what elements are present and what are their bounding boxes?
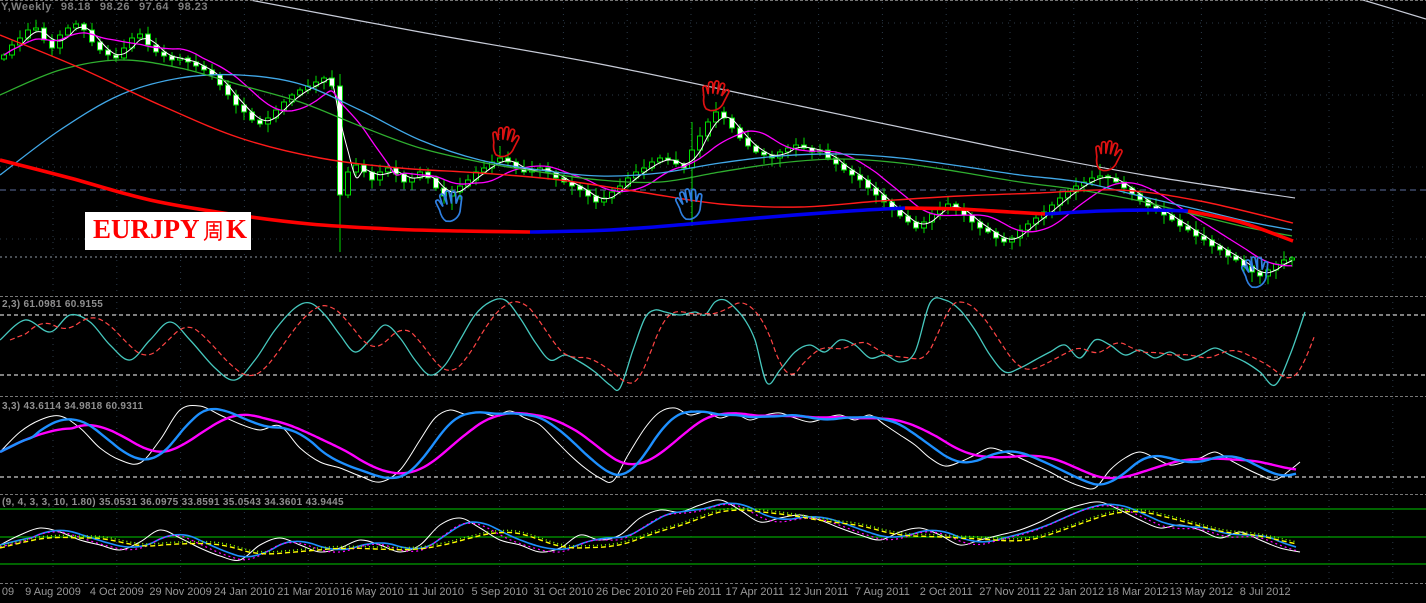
x-axis-label: 17 Apr 2011 — [725, 586, 785, 598]
indicator3-blue-line — [0, 502, 1297, 558]
candle — [153, 44, 159, 53]
candle — [65, 27, 71, 36]
candle — [345, 171, 351, 196]
buy-signal-hand-icon — [434, 190, 463, 223]
x-axis-label: 31 Oct 2010 — [533, 586, 594, 598]
x-axis-label: 09 — [1, 586, 15, 598]
sell-signal-hand-icon — [492, 126, 520, 158]
sell-signal-hand-icon — [702, 80, 730, 112]
x-axis-label: 26 Dec 2010 — [595, 586, 659, 598]
annotation-text-prefix: EURJPY — [93, 214, 200, 244]
x-axis-label: 18 Mar 2012 — [1106, 586, 1169, 598]
candle — [73, 23, 79, 29]
candle — [1097, 175, 1103, 179]
annotation-text-suffix: K — [225, 214, 247, 244]
indicator2-slow-line — [0, 411, 1297, 480]
sell-signal-hand-icon — [1095, 140, 1123, 172]
quote-open: 98.18 — [60, 1, 91, 13]
x-axis-label: 4 Oct 2009 — [89, 586, 144, 598]
candle — [1257, 271, 1263, 277]
indicator1-signal-line — [9, 301, 1315, 384]
quote-close: 98.23 — [177, 1, 209, 13]
candle — [385, 167, 391, 173]
candle — [377, 171, 383, 181]
chart-window: Y,Weekly 98.18 98.26 97.64 98.23 2,3) 61.098… — [0, 0, 1426, 603]
ohlc-readout: Y,Weekly 98.18 98.26 97.64 98.23 — [1, 1, 217, 13]
indicator2-mid-line — [0, 407, 1297, 486]
quote-symbol-fragment: Y,Weekly — [1, 1, 52, 13]
trend-ma-segment — [529, 206, 906, 234]
candle — [921, 221, 927, 229]
candle — [1289, 257, 1295, 261]
candle — [33, 27, 39, 31]
zhou-cjk-character — [203, 221, 222, 241]
x-axis-label: 13 May 2012 — [1169, 586, 1234, 598]
x-axis-label: 29 Nov 2009 — [149, 586, 212, 598]
candle — [353, 164, 359, 173]
quote-low: 97.64 — [138, 1, 169, 13]
x-axis-label: 24 Jan 2010 — [214, 586, 275, 598]
candle — [505, 157, 511, 163]
candle — [113, 54, 119, 59]
time-axis[interactable]: 09 9 Aug 2009 4 Oct 2009 29 Nov 2009 24 Jan … — [0, 585, 1426, 603]
x-axis-label: 22 Jan 2012 — [1043, 586, 1105, 598]
x-axis-label: 20 Feb 2011 — [660, 586, 722, 598]
indicator2-label: 3,3) 43.6114 34.9818 60.9311 — [2, 401, 144, 412]
x-axis-label: 9 Aug 2009 — [25, 586, 81, 598]
x-axis-label: 2 Oct 2011 — [919, 586, 973, 598]
indicator3-yellow-line — [0, 509, 1297, 555]
x-axis-label: 16 May 2010 — [340, 586, 404, 598]
candle — [1001, 237, 1007, 243]
x-axis-label: 7 Aug 2011 — [854, 586, 910, 598]
x-axis-label: 5 Sep 2010 — [471, 586, 528, 598]
candle — [713, 111, 719, 123]
x-axis-label: 12 Jun 2011 — [788, 586, 849, 598]
candle — [409, 177, 415, 183]
candle — [249, 111, 255, 121]
candle — [497, 157, 503, 163]
candle — [1, 54, 7, 60]
chart-area[interactable] — [0, 0, 1426, 603]
trendline-fragment-topright — [1362, 0, 1426, 20]
candle — [137, 33, 143, 39]
buy-signal-hand-icon — [674, 188, 703, 221]
chart-annotation-label[interactable]: EURJPY K — [85, 212, 251, 250]
x-axis-label: 27 Nov 2011 — [979, 586, 1041, 598]
x-axis-label: 21 Mar 2010 — [277, 586, 340, 598]
quote-high: 98.26 — [99, 1, 130, 13]
x-axis-label: 11 Jul 2010 — [407, 586, 464, 598]
indicator3-magenta-line — [0, 503, 1297, 561]
indicator1-label: 2,3) 61.0981 60.9155 — [2, 299, 104, 310]
candle — [257, 119, 263, 125]
indicator1-main-line — [0, 297, 1306, 392]
candle — [1049, 204, 1055, 213]
indicator3-label: (9, 4, 3, 3, 10, 1.80) 35.0531 36.0975 3… — [2, 497, 344, 508]
x-axis-label: 8 Jul 2012 — [1239, 586, 1291, 598]
